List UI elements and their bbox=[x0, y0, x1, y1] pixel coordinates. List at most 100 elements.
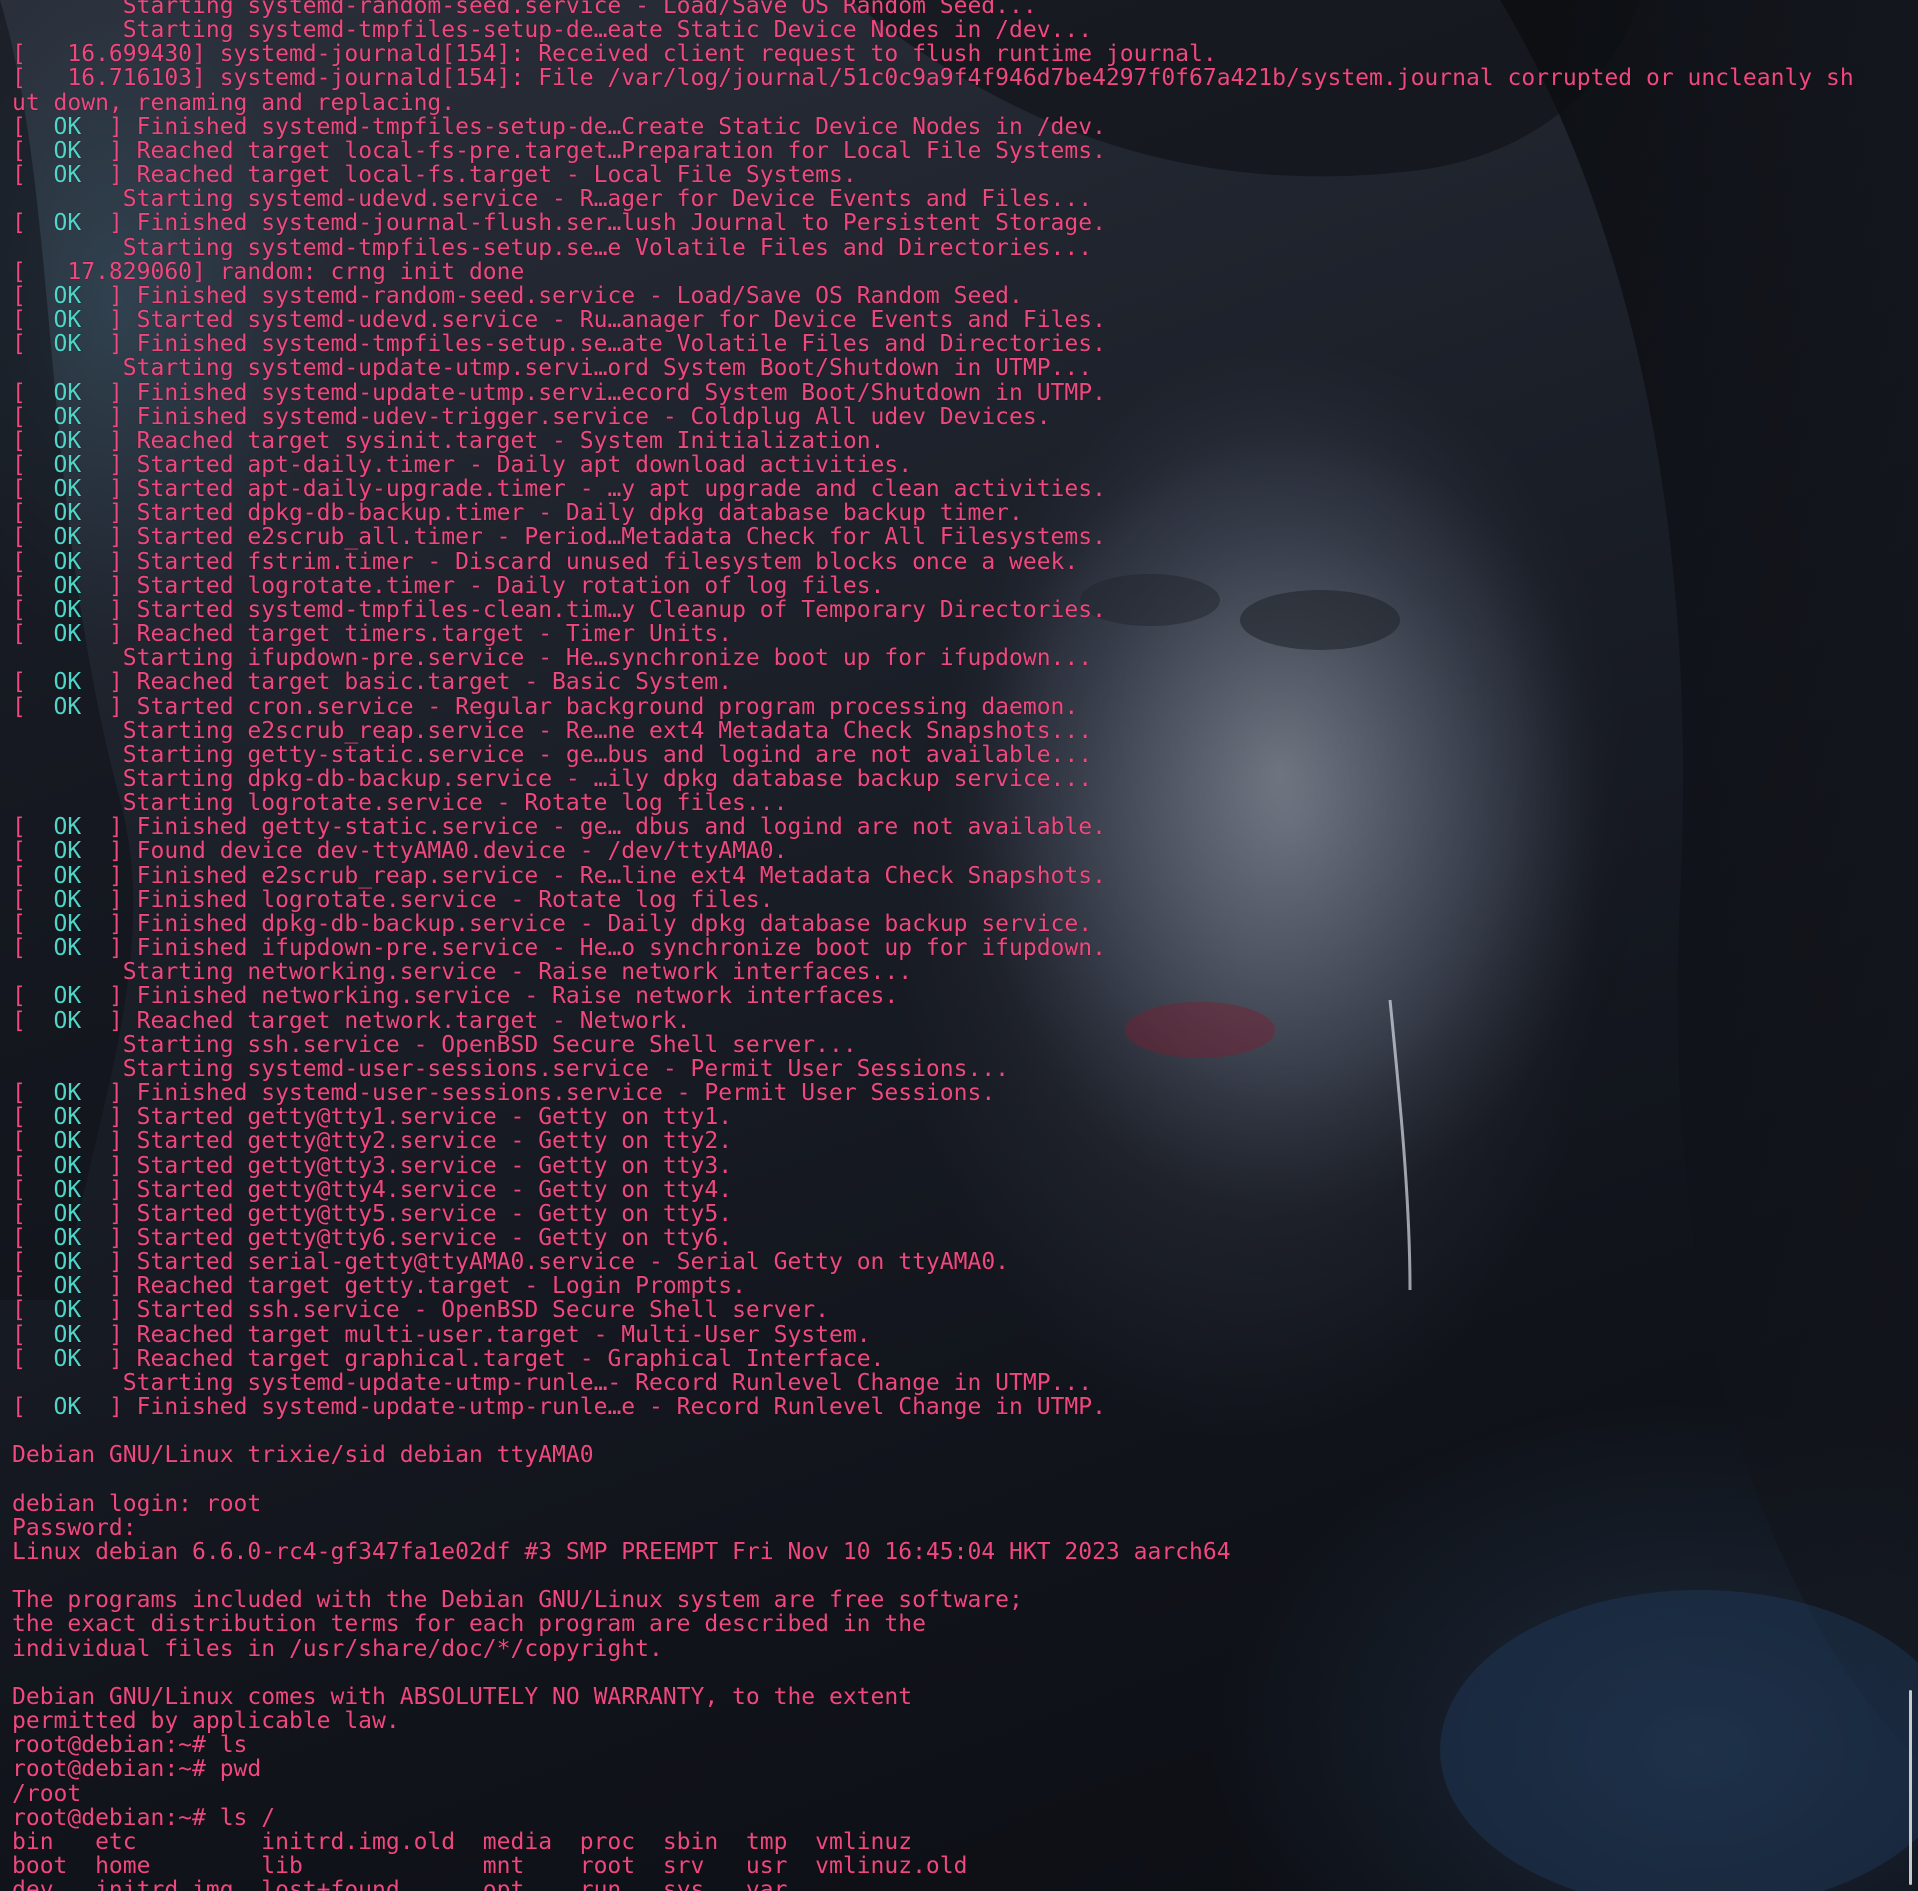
terminal-line: [ OK ] Finished systemd-update-utmp-runl… bbox=[12, 1395, 1912, 1419]
ok-status-badge: OK bbox=[53, 427, 82, 454]
line-text: Starting systemd-tmpfiles-setup.se…e Vol… bbox=[12, 234, 1093, 261]
terminal-line: Starting logrotate.service - Rotate log … bbox=[12, 791, 1912, 815]
terminal-line: [ OK ] Started getty@tty2.service - Gett… bbox=[12, 1129, 1912, 1153]
terminal-line: root@debian:~# pwd bbox=[12, 1757, 1912, 1781]
line-text: [ bbox=[12, 137, 54, 164]
terminal-line: Starting dpkg-db-backup.service - …ily d… bbox=[12, 767, 1912, 791]
terminal-line: ut down, renaming and replacing. bbox=[12, 91, 1912, 115]
line-message: ] Started getty@tty2.service - Getty on … bbox=[81, 1128, 733, 1155]
line-message: ] Finished systemd-random-seed.service -… bbox=[81, 282, 1023, 309]
line-text: Starting systemd-update-utmp.servi…ord S… bbox=[12, 355, 1093, 382]
line-text: [ bbox=[12, 621, 54, 648]
terminal-line: [ OK ] Started fstrim.timer - Discard un… bbox=[12, 550, 1912, 574]
line-text: [ 16.716103] systemd-journald[154]: File… bbox=[12, 65, 1854, 92]
line-message: ] Started getty@tty1.service - Getty on … bbox=[81, 1104, 733, 1131]
line-message: ] Reached target multi-user.target - Mul… bbox=[81, 1321, 871, 1348]
ok-status-badge: OK bbox=[53, 1007, 82, 1034]
line-text: The programs included with the Debian GN… bbox=[12, 1587, 1023, 1614]
line-message: ] Reached target local-fs.target - Local… bbox=[81, 162, 857, 189]
line-message: ] Started systemd-udevd.service - Ru…ana… bbox=[81, 307, 1106, 334]
line-text: Starting systemd-udevd.service - R…ager … bbox=[12, 186, 1093, 213]
ok-status-badge: OK bbox=[53, 1321, 82, 1348]
terminal-line: [ OK ] Finished systemd-random-seed.serv… bbox=[12, 284, 1912, 308]
terminal-line: [ OK ] Started systemd-udevd.service - R… bbox=[12, 308, 1912, 332]
terminal-line: [ OK ] Started cron.service - Regular ba… bbox=[12, 694, 1912, 719]
terminal-line: [ OK ] Started apt-daily.timer - Daily a… bbox=[12, 453, 1912, 477]
line-message: ] Started dpkg-db-backup.timer - Daily d… bbox=[81, 500, 1023, 527]
terminal-line: [ OK ] Reached target getty.target - Log… bbox=[12, 1274, 1912, 1298]
line-message: ] Started apt-daily.timer - Daily apt do… bbox=[81, 451, 913, 478]
line-text: Starting getty-static.service - ge…bus a… bbox=[12, 741, 1093, 768]
terminal-line: [ OK ] Started logrotate.timer - Daily r… bbox=[12, 574, 1912, 598]
terminal-line: [ 16.699430] systemd-journald[154]: Rece… bbox=[12, 42, 1912, 66]
line-text: Starting ifupdown-pre.service - He…synch… bbox=[12, 645, 1093, 672]
terminal-line: [ OK ] Finished ifupdown-pre.service - H… bbox=[12, 936, 1912, 960]
terminal-line: [ OK ] Started apt-daily-upgrade.timer -… bbox=[12, 477, 1912, 501]
ok-status-badge: OK bbox=[53, 1176, 82, 1203]
terminal-line: Starting systemd-random-seed.service - L… bbox=[12, 0, 1912, 18]
terminal-scrollbar[interactable] bbox=[1909, 1690, 1912, 1885]
terminal-line: [ OK ] Finished systemd-udev-trigger.ser… bbox=[12, 405, 1912, 429]
terminal-line: Starting systemd-user-sessions.service -… bbox=[12, 1057, 1912, 1081]
line-text: [ bbox=[12, 1394, 54, 1421]
line-text: [ bbox=[12, 476, 54, 503]
line-text: [ bbox=[12, 1249, 54, 1276]
terminal-line: [ OK ] Started getty@tty3.service - Gett… bbox=[12, 1153, 1912, 1178]
terminal-line: The programs included with the Debian GN… bbox=[12, 1588, 1912, 1612]
line-text: [ bbox=[12, 1176, 54, 1203]
ok-status-badge: OK bbox=[53, 524, 82, 551]
ok-status-badge: OK bbox=[53, 862, 82, 889]
line-message: ] Finished systemd-journal-flush.ser…lus… bbox=[81, 210, 1106, 237]
line-text: permitted by applicable law. bbox=[12, 1708, 400, 1735]
line-message: ] Finished systemd-update-utmp-runle…e -… bbox=[81, 1394, 1106, 1421]
terminal-line: [ OK ] Finished logrotate.service - Rota… bbox=[12, 888, 1912, 912]
line-text: [ bbox=[12, 1321, 54, 1348]
line-message: ] Finished systemd-tmpfiles-setup.se…ate… bbox=[81, 331, 1106, 358]
line-message: ] Started getty@tty6.service - Getty on … bbox=[81, 1224, 733, 1251]
terminal-line: [ OK ] Finished getty-static.service - g… bbox=[12, 815, 1912, 839]
ok-status-badge: OK bbox=[53, 1200, 82, 1227]
line-message: ] Started logrotate.timer - Daily rotati… bbox=[81, 572, 885, 599]
terminal-line: [ OK ] Reached target graphical.target -… bbox=[12, 1347, 1912, 1371]
ok-status-badge: OK bbox=[53, 282, 82, 309]
ok-status-badge: OK bbox=[53, 1128, 82, 1155]
terminal-line: [ OK ] Finished e2scrub_reap.service - R… bbox=[12, 864, 1912, 888]
terminal-line: [ OK ] Finished systemd-tmpfiles-setup-d… bbox=[12, 115, 1912, 139]
line-text: [ 17.829060] random: crng init done bbox=[12, 258, 525, 285]
line-text: ut down, renaming and replacing. bbox=[12, 89, 456, 116]
line-text: [ bbox=[12, 910, 54, 937]
line-text: Starting systemd-user-sessions.service -… bbox=[12, 1055, 1009, 1082]
line-message: ] Finished networking.service - Raise ne… bbox=[81, 983, 899, 1010]
terminal-line: permitted by applicable law. bbox=[12, 1709, 1912, 1733]
line-text: /root bbox=[12, 1780, 82, 1807]
ok-status-badge: OK bbox=[53, 886, 82, 913]
line-text: [ bbox=[12, 983, 54, 1010]
line-text: the exact distribution terms for each pr… bbox=[12, 1611, 926, 1638]
ok-status-badge: OK bbox=[53, 500, 82, 527]
terminal-line: [ OK ] Started ssh.service - OpenBSD Sec… bbox=[12, 1298, 1912, 1322]
ok-status-badge: OK bbox=[53, 1345, 82, 1372]
line-text: Starting systemd-update-utmp-runle…- Rec… bbox=[12, 1369, 1093, 1396]
ok-status-badge: OK bbox=[53, 210, 82, 237]
line-message: ] Started e2scrub_all.timer - Period…Met… bbox=[81, 524, 1106, 551]
terminal-line: [ OK ] Reached target basic.target - Bas… bbox=[12, 670, 1912, 694]
terminal-line: [ OK ] Reached target network.target - N… bbox=[12, 1007, 1912, 1034]
line-message: ] Started getty@tty4.service - Getty on … bbox=[81, 1176, 733, 1203]
line-text: [ bbox=[12, 838, 54, 865]
line-text: Starting systemd-tmpfiles-setup-de…eate … bbox=[12, 17, 1093, 44]
terminal-line: [ OK ] Started getty@tty5.service - Gett… bbox=[12, 1202, 1912, 1226]
terminal-line: Starting systemd-udevd.service - R…ager … bbox=[12, 187, 1912, 211]
line-text: [ bbox=[12, 669, 54, 696]
ok-status-badge: OK bbox=[53, 572, 82, 599]
line-text: [ bbox=[12, 548, 54, 575]
line-message: ] Finished systemd-update-utmp.servi…eco… bbox=[81, 379, 1106, 406]
terminal-line: [ OK ] Reached target local-fs.target - … bbox=[12, 163, 1912, 187]
terminal-line: [ OK ] Finished systemd-tmpfiles-setup.s… bbox=[12, 332, 1912, 356]
line-message: ] Started systemd-tmpfiles-clean.tim…y C… bbox=[81, 596, 1106, 623]
ok-status-badge: OK bbox=[53, 983, 82, 1010]
ok-status-badge: OK bbox=[53, 935, 82, 962]
terminal-window[interactable]: Starting systemd-random-seed.service - L… bbox=[0, 0, 1918, 1891]
line-text: [ bbox=[12, 596, 54, 623]
